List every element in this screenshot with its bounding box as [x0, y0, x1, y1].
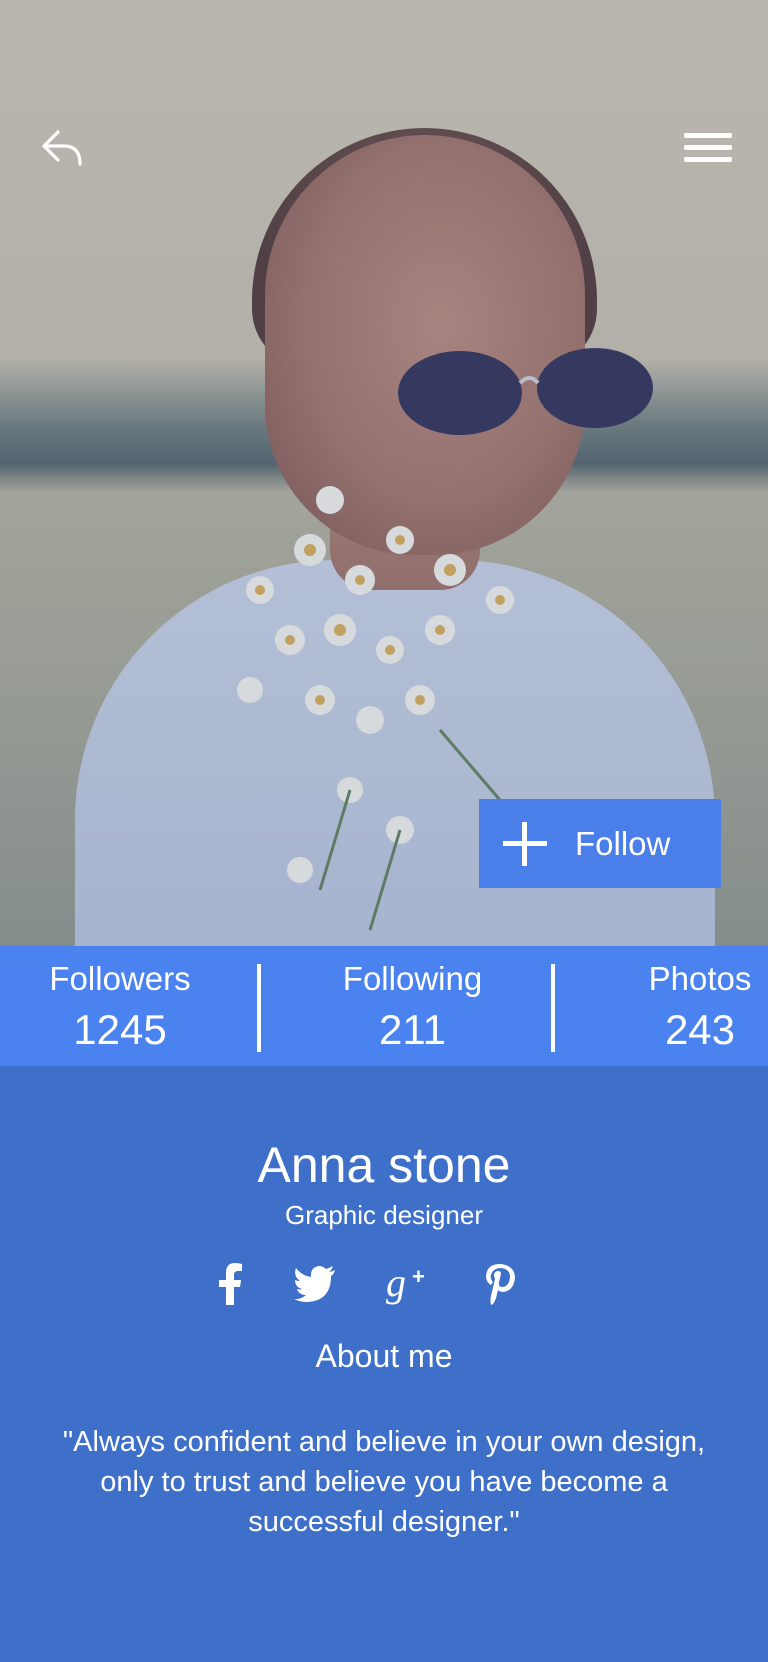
pinterest-link[interactable] — [470, 1254, 530, 1314]
stat-label: Photos — [648, 960, 752, 997]
stat-divider — [257, 964, 261, 1052]
stat-value: 211 — [379, 1006, 446, 1053]
pinterest-icon — [486, 1264, 515, 1305]
stat-photos[interactable]: Photos 243 — [640, 946, 760, 1066]
google-plus-icon: g + — [386, 1262, 425, 1305]
plus-icon — [503, 821, 547, 866]
facebook-icon — [219, 1263, 242, 1305]
about-title: About me — [315, 1338, 453, 1374]
stat-following[interactable]: Following 211 — [330, 946, 495, 1066]
follow-button[interactable]: Follow — [479, 799, 721, 888]
stat-label: Following — [342, 960, 483, 997]
stat-label: Followers — [49, 960, 191, 997]
stat-value: 1245 — [73, 1006, 167, 1053]
social-links: g + — [200, 1254, 550, 1314]
profile-info: Anna stone Graphic designer g + About me… — [0, 1066, 768, 1662]
svg-text:+: + — [412, 1264, 425, 1289]
about-text: "Always confident and believe in your ow… — [62, 1426, 706, 1538]
profile-role: Graphic designer — [285, 1200, 483, 1230]
google-plus-link[interactable]: g + — [380, 1254, 440, 1314]
stats-bar: Followers 1245 Following 211 Photos 243 — [0, 946, 768, 1066]
svg-text:g: g — [386, 1262, 406, 1305]
hamburger-menu-icon — [684, 133, 732, 162]
twitter-link[interactable] — [285, 1254, 345, 1314]
back-button[interactable] — [32, 118, 92, 178]
facebook-link[interactable] — [200, 1254, 260, 1314]
reply-arrow-icon — [42, 130, 82, 166]
follow-button-label: Follow — [575, 824, 671, 862]
twitter-icon — [294, 1266, 335, 1302]
menu-button[interactable] — [678, 118, 738, 178]
stat-divider — [551, 964, 555, 1052]
stat-value: 243 — [664, 1006, 736, 1053]
stat-followers[interactable]: Followers 1245 — [40, 946, 200, 1066]
profile-name: Anna stone — [257, 1137, 511, 1193]
